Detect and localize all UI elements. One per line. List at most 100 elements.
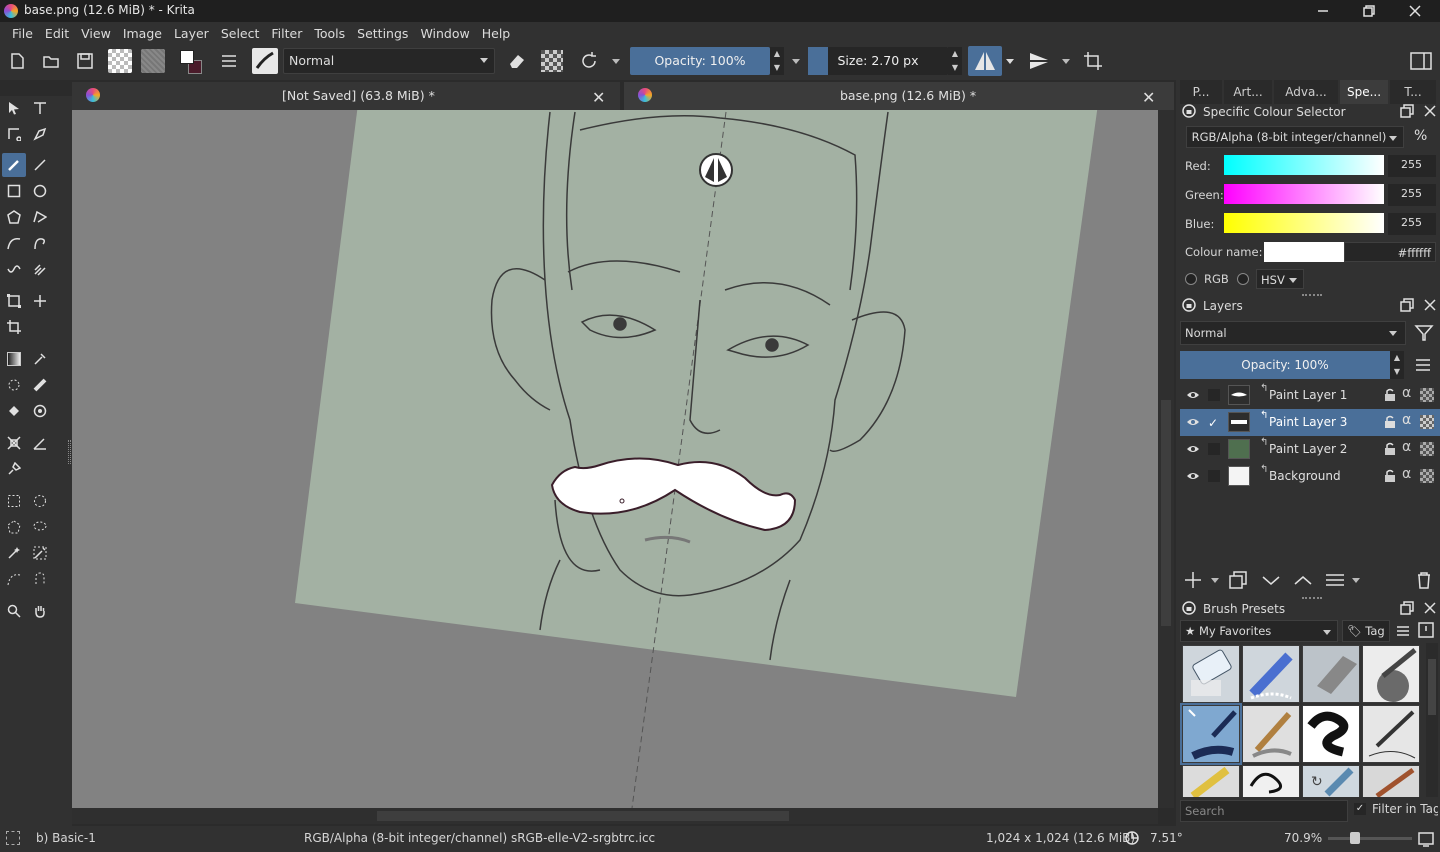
ellipse-tool[interactable] <box>28 179 52 203</box>
reload-preset-button[interactable] <box>576 48 602 74</box>
polyline-tool[interactable] <box>28 205 52 229</box>
select-shapes-tool[interactable] <box>2 96 26 120</box>
toolbox-resize-handle[interactable] <box>68 440 71 464</box>
close-button[interactable] <box>1392 0 1438 22</box>
lock-layer-icon[interactable] <box>1384 415 1396 429</box>
layer-row[interactable]: ↰ Paint Layer 2 α <box>1180 436 1440 463</box>
polygon-tool[interactable] <box>2 205 26 229</box>
minimize-button[interactable] <box>1300 0 1346 22</box>
move-tool[interactable] <box>28 289 52 313</box>
size-slider[interactable]: Size: 2.70 px <box>808 47 948 75</box>
hsv-model-select[interactable]: HSV <box>1256 269 1304 289</box>
freehand-path-tool[interactable] <box>28 231 52 255</box>
rectangular-selection-tool[interactable] <box>2 489 26 513</box>
zoom-tool[interactable] <box>2 599 26 623</box>
document-tab-base[interactable]: base.png (12.6 MiB) * ✕ <box>624 82 1174 110</box>
size-spin-buttons[interactable]: ▲ ▼ <box>948 47 962 75</box>
horizontal-scrollbar[interactable] <box>72 808 1158 824</box>
eraser-mode-button[interactable] <box>504 48 530 74</box>
opacity-spin-buttons[interactable]: ▲ ▼ <box>770 47 784 75</box>
zoom-slider[interactable] <box>1328 832 1412 844</box>
colorize-mask-tool[interactable] <box>2 373 26 397</box>
elliptical-selection-tool[interactable] <box>28 489 52 513</box>
chevron-down-icon[interactable] <box>1062 59 1070 64</box>
alpha-lock-icon[interactable]: α <box>1402 439 1411 455</box>
colour-model-select[interactable]: RGB/Alpha (8-bit integer/channel) <box>1186 126 1404 148</box>
eye-icon[interactable] <box>1186 416 1200 428</box>
pan-tool[interactable] <box>28 599 52 623</box>
close-tab-icon[interactable]: ✕ <box>1142 88 1155 107</box>
menu-window[interactable]: Window <box>414 26 475 41</box>
float-panel-icon[interactable] <box>1400 104 1414 118</box>
bezier-selection-tool[interactable] <box>2 567 26 591</box>
assistant-tool[interactable] <box>2 431 26 455</box>
smart-patch-tool[interactable] <box>28 373 52 397</box>
multibrush-tool[interactable] <box>28 257 52 281</box>
rotation-icon[interactable] <box>1124 830 1140 846</box>
duplicate-layer-button[interactable] <box>1228 570 1250 590</box>
tag-button[interactable]: 🏷 Tag <box>1342 620 1390 642</box>
mirror-vertical-button[interactable] <box>1026 48 1052 74</box>
menu-file[interactable]: File <box>6 26 39 41</box>
menu-filter[interactable]: Filter <box>265 26 308 41</box>
panel-resize-handle[interactable] <box>1302 597 1322 599</box>
selection-status-icon[interactable] <box>6 831 20 845</box>
brush-preset-marker[interactable] <box>1182 765 1240 797</box>
docker-tab-advanced[interactable]: Adva... <box>1274 80 1338 104</box>
layer-row-selected[interactable]: ✓ ↰ Paint Layer 3 α <box>1180 409 1440 436</box>
add-layer-button[interactable] <box>1182 570 1206 590</box>
delete-layer-button[interactable] <box>1414 570 1434 590</box>
blue-value-input[interactable]: 255 <box>1388 213 1436 235</box>
layer-opacity-slider[interactable]: Opacity: 100% <box>1180 351 1390 379</box>
docker-tab-palette[interactable]: P... <box>1180 80 1222 104</box>
open-document-button[interactable] <box>38 48 64 74</box>
red-value-input[interactable]: 255 <box>1388 155 1436 177</box>
lock-icon[interactable] <box>1182 601 1196 615</box>
docker-tab-tool[interactable]: T... <box>1390 80 1436 104</box>
text-tool[interactable] <box>28 96 52 120</box>
layer-checkbox[interactable] <box>1208 389 1220 401</box>
chevron-down-icon[interactable] <box>612 59 620 64</box>
gradient-preset-button[interactable] <box>108 49 132 73</box>
chevron-down-icon[interactable] <box>1211 578 1219 583</box>
move-layer-up-button[interactable] <box>1292 570 1314 590</box>
line-tool[interactable] <box>28 153 52 177</box>
dynamic-brush-tool[interactable] <box>2 257 26 281</box>
lock-icon[interactable] <box>1182 298 1196 312</box>
brush-search-input[interactable]: Search <box>1180 800 1348 822</box>
contiguous-selection-tool[interactable] <box>2 541 26 565</box>
brush-preset-charcoal[interactable] <box>1362 765 1420 797</box>
fill-tool[interactable] <box>2 399 26 423</box>
green-value-input[interactable]: 255 <box>1388 184 1436 206</box>
save-button[interactable] <box>72 48 98 74</box>
brush-preset-basic-1-selected[interactable] <box>1180 703 1242 765</box>
color-sampler-tool[interactable] <box>28 347 52 371</box>
docker-tab-artistic[interactable]: Art... <box>1224 80 1272 104</box>
brush-preset-ink-pen[interactable] <box>1362 645 1420 703</box>
freehand-brush-tool[interactable] <box>2 153 26 177</box>
inherit-alpha-icon[interactable] <box>1420 442 1434 456</box>
layer-blend-mode-select[interactable]: Normal <box>1180 321 1406 345</box>
red-channel-slider[interactable] <box>1224 155 1384 175</box>
list-view-icon[interactable] <box>1396 624 1410 638</box>
mirror-horizontal-button[interactable] <box>968 46 1002 76</box>
preserve-alpha-button[interactable] <box>541 50 563 72</box>
layer-row[interactable]: ↰ Background α <box>1180 463 1440 490</box>
vertical-scroll-thumb[interactable] <box>1161 400 1171 626</box>
new-document-button[interactable] <box>4 48 30 74</box>
float-panel-icon[interactable] <box>1400 298 1414 312</box>
fit-to-view-icon[interactable] <box>1418 831 1434 847</box>
blend-mode-select[interactable]: Normal <box>283 48 495 74</box>
layer-row[interactable]: ↰ Paint Layer 1 α <box>1180 382 1440 409</box>
transform-tool[interactable] <box>2 289 26 313</box>
calligraphy-tool[interactable] <box>28 122 52 146</box>
layer-checkbox[interactable] <box>1208 443 1220 455</box>
chevron-down-icon[interactable] <box>792 59 800 64</box>
close-panel-icon[interactable] <box>1423 601 1437 615</box>
alpha-lock-icon[interactable]: α <box>1402 412 1411 428</box>
eye-icon[interactable] <box>1186 470 1200 482</box>
filter-icon[interactable] <box>1414 323 1434 343</box>
brush-settings-button[interactable] <box>216 48 242 74</box>
brush-preset-soft-eraser[interactable] <box>1302 645 1360 703</box>
alpha-lock-icon[interactable]: α <box>1402 466 1411 482</box>
